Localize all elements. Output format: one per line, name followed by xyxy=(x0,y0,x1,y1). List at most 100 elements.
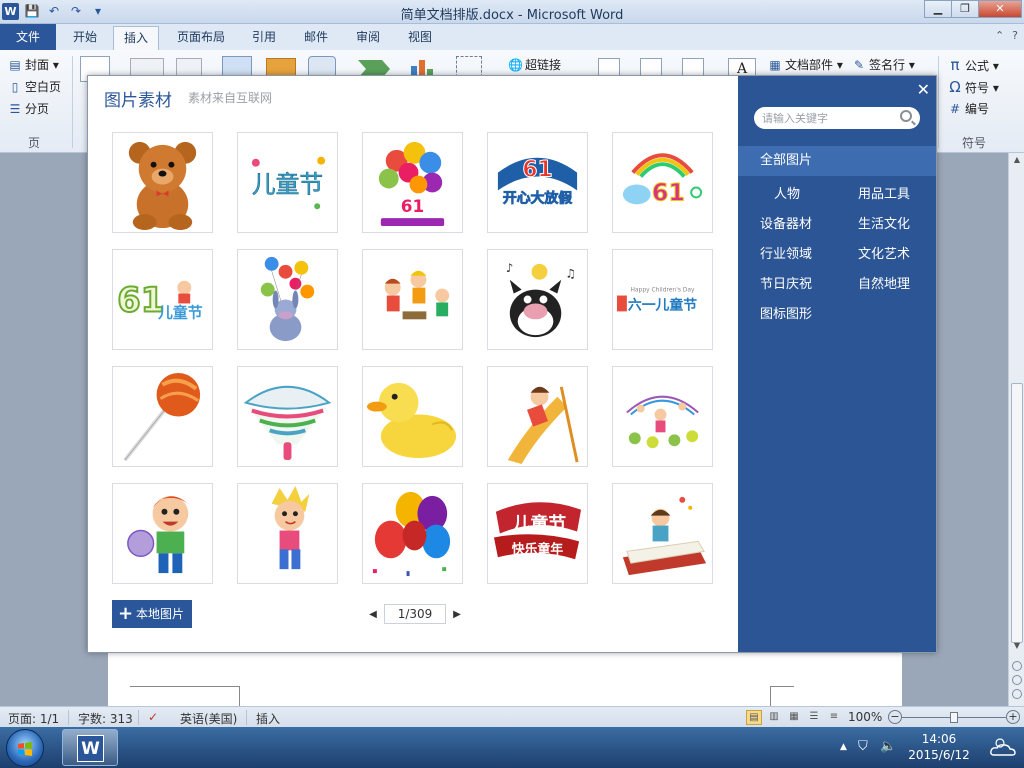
scroll-down-icon[interactable]: ▼ xyxy=(1009,641,1024,655)
thumbnail-childrens-day-red[interactable]: 儿童节 快乐童年 xyxy=(487,483,588,584)
local-image-button[interactable]: + 本地图片 xyxy=(112,600,192,628)
thumbnail-girl-reading[interactable] xyxy=(612,483,713,584)
thumbnail-61-green[interactable]: 61 儿童节 xyxy=(112,249,213,350)
thumbnail-party-balloons[interactable] xyxy=(362,483,463,584)
volume-icon[interactable]: 🔈 xyxy=(880,739,896,754)
collapse-ribbon-icon[interactable]: ⌃ xyxy=(995,29,1004,42)
dialog-content: 图片素材 素材来自互联网 儿童节 61 61 开心大放假 61 61 儿童节 ♪… xyxy=(88,76,738,652)
tab-file[interactable]: 文件 xyxy=(0,24,56,50)
symbol-button[interactable]: Ω 符号 ▾ xyxy=(948,78,999,96)
category-people[interactable]: 人物 xyxy=(774,183,800,202)
print-layout-icon[interactable]: ▤ xyxy=(746,710,762,725)
outline-icon[interactable]: ☰ xyxy=(806,710,822,725)
thumbnail-boy-ball[interactable] xyxy=(112,483,213,584)
insert-mode[interactable]: 插入 xyxy=(256,710,280,727)
thumbnail-lollipop[interactable] xyxy=(112,366,213,467)
minimize-button[interactable]: ▁ xyxy=(924,0,952,18)
browse-object-icon[interactable] xyxy=(1012,675,1022,685)
add-icon: + xyxy=(118,603,134,624)
web-layout-icon[interactable]: ▦ xyxy=(786,710,802,725)
thumbnail-childrens-day-text[interactable]: 儿童节 xyxy=(237,132,338,233)
childrens-day-red-image: 儿童节 快乐童年 xyxy=(493,502,582,560)
61-rainbow-image: 61 xyxy=(622,153,703,207)
thumbnail-cat-singing[interactable]: ♪ ♫ xyxy=(487,249,588,350)
search-icon[interactable] xyxy=(900,110,912,122)
scroll-thumb[interactable] xyxy=(1011,383,1023,643)
pi-icon: π xyxy=(950,56,960,74)
thumbnail-61-rainbow[interactable]: 61 xyxy=(612,132,713,233)
numbering-icon: # xyxy=(949,102,961,116)
start-button[interactable] xyxy=(6,729,44,767)
proofing-icon[interactable]: ✓ xyxy=(148,710,158,724)
show-hidden-icons[interactable]: ▲ xyxy=(840,742,847,752)
thumbnail-boy-running[interactable] xyxy=(237,483,338,584)
tab-home[interactable]: 开始 xyxy=(62,26,108,50)
tab-references[interactable]: 引用 xyxy=(242,26,286,50)
category-equipment[interactable]: 设备器材 xyxy=(760,213,812,232)
word-count[interactable]: 字数: 313 xyxy=(78,710,133,727)
category-panel: ✕ 全部图片 人物 用品工具 设备器材 生活文化 行业领域 文化艺术 节日庆祝 … xyxy=(738,76,936,652)
numbering-button[interactable]: # 编号 xyxy=(948,100,989,117)
category-industry[interactable]: 行业领域 xyxy=(760,243,812,262)
zoom-in-button[interactable]: + xyxy=(1006,710,1020,724)
system-tray: ▲ ⛉ 🔈 14:06 2015/6/12 xyxy=(834,727,1024,768)
page-break-button[interactable]: ☰ 分页 xyxy=(8,100,49,117)
blank-page-button[interactable]: ▯ 空白页 xyxy=(8,78,61,95)
ribbon-controls: ⌃ ? xyxy=(995,29,1018,42)
tab-mailings[interactable]: 邮件 xyxy=(294,26,338,50)
zoom-level[interactable]: 100% xyxy=(848,710,882,724)
dialog-subtitle: 素材来自互联网 xyxy=(188,91,273,105)
full-reading-icon[interactable]: ▥ xyxy=(766,710,782,725)
draft-icon[interactable]: ≡ xyxy=(826,710,842,725)
thumbnail-kids-garden[interactable] xyxy=(612,366,713,467)
vertical-scrollbar[interactable]: ▲ ▼ xyxy=(1008,153,1024,706)
thumbnail-kids-music[interactable] xyxy=(362,249,463,350)
zoom-slider-thumb[interactable] xyxy=(950,712,958,723)
cover-page-button[interactable]: ▤ 封面 ▾ xyxy=(8,56,59,73)
category-nature-geography[interactable]: 自然地理 xyxy=(858,273,910,292)
category-life-culture[interactable]: 生活文化 xyxy=(858,213,910,232)
thumbnail-spinning-top[interactable] xyxy=(237,366,338,467)
search-input[interactable] xyxy=(762,110,890,126)
formula-button[interactable]: π 公式 ▾ xyxy=(948,56,998,74)
thumbnail-rubber-duck[interactable] xyxy=(362,366,463,467)
browse-next-icon[interactable] xyxy=(1012,689,1022,699)
signature-line-button[interactable]: ✎ 签名行 ▾ xyxy=(852,56,915,73)
close-dialog-icon[interactable]: ✕ xyxy=(917,80,930,99)
thumbnail-61-holiday[interactable]: 61 开心大放假 xyxy=(487,132,588,233)
tab-page-layout[interactable]: 页面布局 xyxy=(168,26,234,50)
category-culture-art[interactable]: 文化艺术 xyxy=(858,243,910,262)
zoom-out-button[interactable]: − xyxy=(888,710,902,724)
tab-review[interactable]: 审阅 xyxy=(346,26,390,50)
tab-view[interactable]: 视图 xyxy=(398,26,442,50)
scroll-up-icon[interactable]: ▲ xyxy=(1009,155,1024,169)
next-page-icon[interactable]: ▶ xyxy=(452,609,462,620)
help-icon[interactable]: ? xyxy=(1012,29,1018,42)
browse-previous-icon[interactable] xyxy=(1012,661,1022,671)
status-divider xyxy=(246,710,247,725)
category-tools[interactable]: 用品工具 xyxy=(858,183,910,202)
language-indicator[interactable]: 英语(美国) xyxy=(180,710,237,727)
thumbnail-happy-cd-banner[interactable]: Happy Children's Day 六一儿童节 xyxy=(612,249,713,350)
hyperlink-button[interactable]: 🌐 超链接 xyxy=(508,56,561,73)
tab-insert[interactable]: 插入 xyxy=(113,26,159,50)
shield-icon[interactable]: ⛉ xyxy=(858,739,868,754)
close-window-button[interactable]: ✕ xyxy=(978,0,1022,18)
category-icons-graphics[interactable]: 图标图形 xyxy=(760,303,812,322)
thumbnail-balloons-61[interactable]: 61 xyxy=(362,132,463,233)
thumbnail-kid-slide[interactable] xyxy=(487,366,588,467)
page-count[interactable]: 页面: 1/1 xyxy=(8,710,59,727)
windows-taskbar: W ▲ ⛉ 🔈 14:06 2015/6/12 xyxy=(0,727,1024,768)
category-holidays[interactable]: 节日庆祝 xyxy=(760,273,812,292)
group-label-symbols: 符号 xyxy=(962,136,987,150)
clock-time: 14:06 xyxy=(921,732,957,746)
thumbnail-teddy-bear[interactable] xyxy=(112,132,213,233)
clock[interactable]: 14:06 2015/6/12 xyxy=(904,731,974,763)
maximize-button[interactable]: ❐ xyxy=(951,0,979,18)
weather-cloud-icon[interactable] xyxy=(988,735,1018,759)
taskbar-word-button[interactable]: W xyxy=(62,729,118,766)
document-parts-button[interactable]: ▦ 文档部件 ▾ xyxy=(768,56,843,73)
previous-page-icon[interactable]: ◀ xyxy=(368,609,378,620)
category-all-images[interactable]: 全部图片 xyxy=(738,146,936,176)
thumbnail-donkey-balloons[interactable] xyxy=(237,249,338,350)
